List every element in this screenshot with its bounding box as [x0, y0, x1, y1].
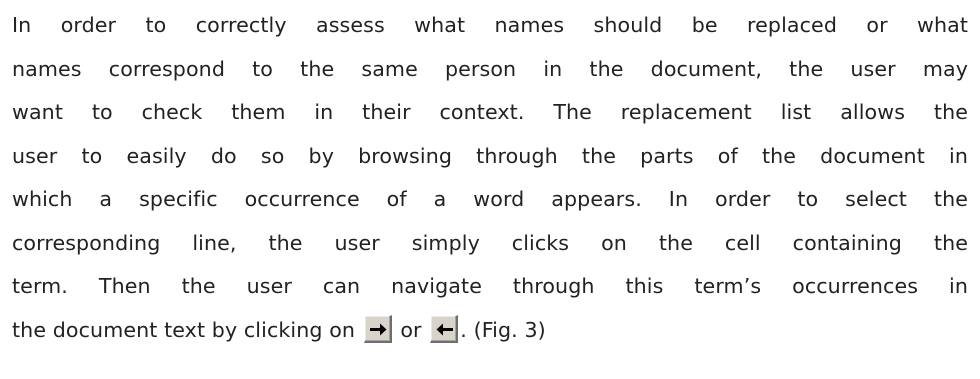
paragraph-line: corresponding line, the user simply clic…	[12, 230, 968, 255]
paragraph-line: names correspond to the same person in t…	[12, 56, 968, 81]
next-occurrence-button	[363, 314, 392, 343]
previous-occurrence-button	[430, 314, 459, 343]
last-line-or: or	[400, 317, 422, 342]
paragraph-line: which a specific occurrence of a word ap…	[12, 187, 968, 211]
arrow-right-icon	[369, 323, 387, 335]
last-line-text-before: the document text by clicking on	[12, 317, 356, 342]
paragraph-line: term. Then the user can navigate through…	[12, 274, 968, 298]
paragraph-last-line: the document text by clicking on or . (F…	[12, 309, 968, 353]
document-paragraph: In order to correctly assess what names …	[12, 4, 968, 352]
paragraph-line: In order to correctly assess what names …	[12, 13, 968, 37]
arrow-left-icon	[436, 323, 454, 335]
paragraph-line: user to easily do so by browsing through…	[12, 143, 968, 168]
paragraph-line: want to check them in their context. The…	[12, 100, 968, 124]
last-line-text-after: . (Fig. 3)	[460, 317, 546, 342]
